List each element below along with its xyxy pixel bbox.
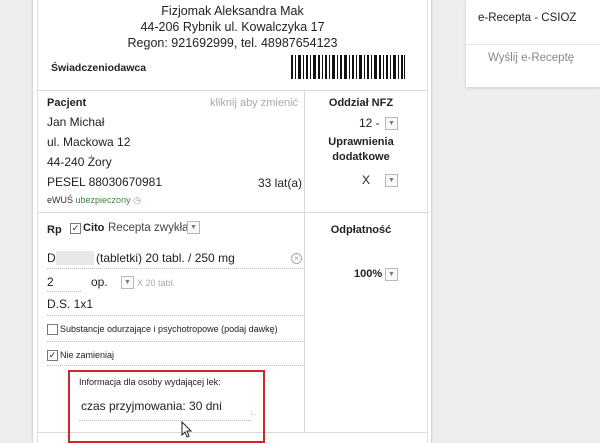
perm-value: X [362, 173, 371, 187]
divider [38, 212, 427, 213]
dosage-input[interactable]: D.S. 1x1 [47, 297, 93, 311]
cito-checkbox[interactable]: ✓ [70, 223, 81, 234]
cito-label: Cito [83, 222, 105, 234]
payment-value: 100% [354, 268, 383, 280]
pharmacist-info-box: Informacja dla osoby wydającej lek: czas… [68, 370, 265, 443]
column-divider [304, 90, 305, 433]
drug-prefix: D [47, 251, 56, 265]
barcode-image [291, 55, 405, 79]
no-substitute-checkbox[interactable]: ✓ [47, 350, 58, 361]
clinic-address: 44-206 Rybnik ul. Kowalczyka 17 [140, 20, 325, 34]
cursor-icon [181, 421, 193, 438]
patient-street: ul. Mackowa 12 [47, 135, 131, 149]
rp-label: Rp [47, 224, 62, 236]
clinic-regon: Regon: 921692999, tel. 48987654123 [127, 36, 338, 50]
unit-chevron-icon[interactable]: ▼ [121, 276, 134, 289]
patient-name: Jan Michał [47, 115, 105, 129]
resize-handle-icon[interactable]: ∟ [250, 410, 257, 417]
nfz-select-chevron-icon[interactable]: ▼ [385, 117, 398, 130]
send-e-prescription-button[interactable]: Wyślij e-Receptę [488, 52, 574, 64]
ewus-status: ubezpieczony [75, 195, 131, 205]
ewus-prefix: eWUŚ [47, 195, 74, 205]
patient-label: Pacjent [47, 97, 87, 109]
clear-icon[interactable]: × [291, 253, 302, 264]
no-substitute-label: Nie zamieniaj [60, 350, 115, 360]
drug-desc[interactable]: (tabletki) 20 tabl. / 250 mg [96, 251, 235, 265]
pack-size: X 20 tabl. [137, 278, 176, 288]
panel-title: e-Recepta - CSIOZ [478, 12, 577, 24]
perm-label-2: dodatkowe [332, 151, 390, 163]
change-patient-hint[interactable]: kliknij aby zmienić [210, 97, 298, 109]
provider-label: Świadczeniodawca [51, 62, 147, 74]
nfz-label: Oddział NFZ [328, 97, 394, 109]
recipe-type-chevron-icon[interactable]: ▼ [187, 221, 200, 234]
payment-label: Odpłatność [330, 224, 392, 236]
qty-input[interactable]: 2 [47, 275, 54, 289]
info-label: Informacja dla osoby wydającej lek: [79, 377, 221, 387]
nfz-value: 12 - [359, 116, 380, 130]
patient-pesel: PESEL 88030670981 [47, 175, 162, 189]
ewus-row: eWUŚ ubezpieczony ◷ [47, 195, 141, 206]
payment-chevron-icon[interactable]: ▼ [385, 268, 398, 281]
perm-label-1: Uprawnienia [328, 136, 394, 148]
narcotics-label: Substancje odurzające i psychotropowe (p… [60, 324, 278, 334]
divider [38, 90, 427, 91]
perm-select-chevron-icon[interactable]: ▼ [385, 174, 398, 187]
unit-value: op. [91, 275, 108, 289]
info-input[interactable]: czas przyjmowania: 30 dni [81, 399, 222, 413]
clock-icon: ◷ [133, 195, 141, 205]
clinic-name: Fizjomak Aleksandra Mak [161, 4, 304, 18]
prescription-card: Fizjomak Aleksandra Mak 44-206 Rybnik ul… [32, 0, 432, 443]
narcotics-checkbox[interactable] [47, 324, 58, 335]
recipe-type-value[interactable]: Recepta zwykła [108, 222, 189, 234]
patient-age: 33 lat(a) [258, 176, 303, 190]
e-prescription-panel: e-Recepta - CSIOZ Wyślij e-Receptę [466, 0, 600, 87]
drug-name-redacted [56, 251, 94, 265]
patient-city: 44-240 Żory [47, 155, 112, 169]
